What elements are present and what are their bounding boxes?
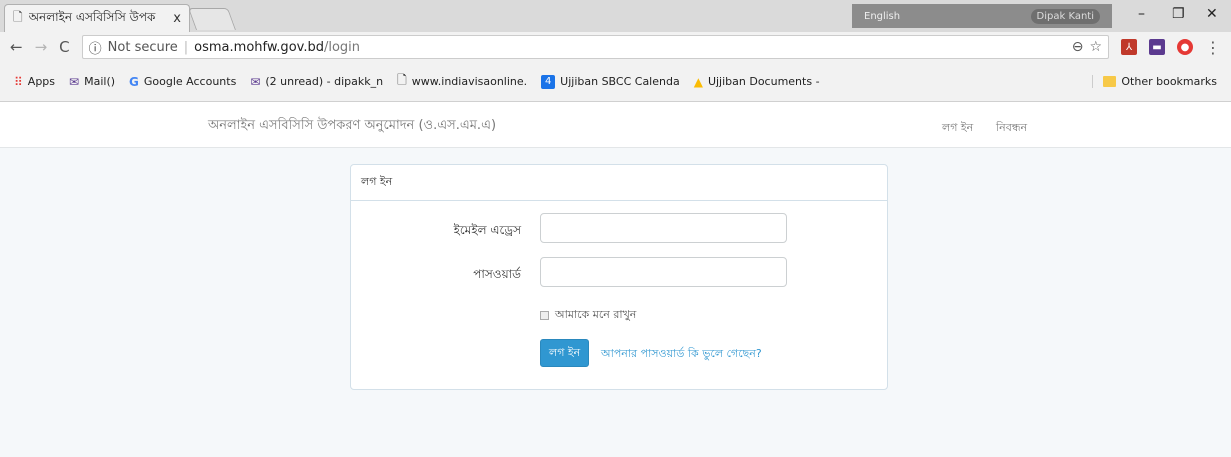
url-path: /login bbox=[323, 39, 361, 55]
mail-icon: ✉ bbox=[69, 74, 80, 89]
not-secure-label: Not secure bbox=[107, 39, 178, 55]
password-field[interactable] bbox=[540, 257, 787, 287]
zoom-icon[interactable]: ⊖ bbox=[1072, 39, 1084, 55]
url-input[interactable]: ⓘ Not secure | osma.mohfw.gov.bd/login ⊖… bbox=[81, 35, 1109, 59]
bookmark-unread-mail[interactable]: ✉ (2 unread) - dipakk_n bbox=[250, 75, 383, 89]
email-label: ইমেইল এড্রেস bbox=[453, 223, 521, 237]
bookmark-apps[interactable]: ⠿ Apps bbox=[14, 75, 55, 89]
bookmark-label: www.indiavisaonline. bbox=[411, 75, 528, 88]
url-separator: | bbox=[183, 39, 189, 55]
new-tab-button[interactable] bbox=[187, 8, 237, 30]
bookmark-indiavisa[interactable]: 🗋 www.indiavisaonline. bbox=[397, 71, 527, 92]
address-toolbar: ← → C ⓘ Not secure | osma.mohfw.gov.bd/l… bbox=[0, 32, 1231, 62]
restore-icon[interactable]: ❐ bbox=[1172, 6, 1185, 22]
bookmark-label: Ujjiban Documents - bbox=[707, 75, 820, 88]
doc-icon: 🗋 bbox=[397, 73, 407, 87]
calendar-icon: 4 bbox=[541, 74, 556, 89]
nav-register-link[interactable]: নিবন্ধন bbox=[996, 119, 1027, 138]
url-host: osma.mohfw.gov.bd bbox=[194, 39, 324, 55]
mail-extension-icon[interactable]: ▬ bbox=[1149, 39, 1165, 55]
login-panel: লগ ইন ইমেইল এড্রেস পাসওয়ার্ড আমাকে মনে … bbox=[350, 164, 888, 390]
bookmark-label: (2 unread) - dipakk_n bbox=[265, 75, 384, 88]
password-label: পাসওয়ার্ড bbox=[473, 267, 521, 281]
bookmark-sbcc-calendar[interactable]: 4 Ujjiban SBCC Calenda bbox=[541, 74, 680, 89]
info-icon[interactable]: ⓘ bbox=[89, 38, 102, 57]
adblock-extension-icon[interactable]: ● bbox=[1177, 39, 1193, 55]
apps-icon: ⠿ bbox=[14, 74, 23, 89]
bookmark-label: Ujjiban SBCC Calenda bbox=[560, 75, 680, 88]
folder-icon bbox=[1103, 76, 1117, 87]
remember-me-row[interactable]: আমাকে মনে রাখুন bbox=[540, 306, 636, 325]
bookmark-mail[interactable]: ✉ Mail() bbox=[69, 75, 115, 89]
browser-tabstrip: 🗋 অনলাইন এসবিসিসি উপক x English Dipak Ka… bbox=[0, 0, 1231, 32]
login-button[interactable]: লগ ইন bbox=[540, 339, 590, 367]
site-brand[interactable]: অনলাইন এসবিসিসি উপকরণ অনুমোদন (ও.এস.এম.এ… bbox=[208, 116, 496, 137]
bookmarks-bar: ⠿ Apps ✉ Mail() G Google Accounts ✉ (2 u… bbox=[0, 62, 1231, 102]
remember-me-label: আমাকে মনে রাখুন bbox=[555, 308, 637, 321]
google-icon: G bbox=[129, 74, 139, 89]
bookmark-label: Google Accounts bbox=[143, 75, 237, 88]
menu-dots-icon[interactable]: ⋮ bbox=[1205, 38, 1221, 57]
other-bookmarks[interactable]: Other bookmarks bbox=[1092, 75, 1217, 88]
doc-icon: 🗋 bbox=[13, 10, 23, 24]
panel-heading: লগ ইন bbox=[351, 165, 887, 201]
drive-icon: ▲ bbox=[693, 74, 703, 89]
bookmark-ujjiban-documents[interactable]: ▲ Ujjiban Documents - bbox=[694, 75, 820, 89]
close-icon[interactable]: x bbox=[173, 11, 181, 26]
bookmark-label: Mail() bbox=[84, 75, 116, 88]
back-icon[interactable]: ← bbox=[10, 38, 23, 56]
bookmark-label: Apps bbox=[27, 75, 56, 88]
minimize-icon[interactable]: – bbox=[1138, 6, 1145, 22]
language-indicator: English bbox=[864, 10, 901, 22]
user-profile[interactable]: Dipak Kanti bbox=[1030, 8, 1100, 24]
mail-icon: ✉ bbox=[250, 74, 261, 89]
pdf-extension-icon[interactable]: ⅄ bbox=[1121, 39, 1137, 55]
email-field[interactable] bbox=[540, 213, 787, 243]
tab-title: অনলাইন এসবিসিসি উপক bbox=[28, 9, 156, 24]
nav-login-link[interactable]: লগ ইন bbox=[942, 119, 973, 138]
window-title-strip: English Dipak Kanti bbox=[852, 4, 1112, 28]
other-bookmarks-label: Other bookmarks bbox=[1121, 75, 1217, 88]
remember-me-checkbox[interactable] bbox=[540, 311, 549, 320]
forward-icon[interactable]: → bbox=[35, 38, 48, 56]
site-navbar: অনলাইন এসবিসিসি উপকরণ অনুমোদন (ও.এস.এম.এ… bbox=[0, 102, 1231, 148]
browser-tab[interactable]: 🗋 অনলাইন এসবিসিসি উপক x bbox=[4, 4, 190, 32]
reload-icon[interactable]: C bbox=[59, 38, 69, 56]
window-close-icon[interactable]: ✕ bbox=[1206, 6, 1218, 22]
bookmark-google-accounts[interactable]: G Google Accounts bbox=[129, 75, 236, 89]
star-icon[interactable]: ☆ bbox=[1089, 39, 1102, 55]
forgot-password-link[interactable]: আপনার পাসওয়ার্ড কি ভুলে গেছেন? bbox=[601, 345, 762, 364]
